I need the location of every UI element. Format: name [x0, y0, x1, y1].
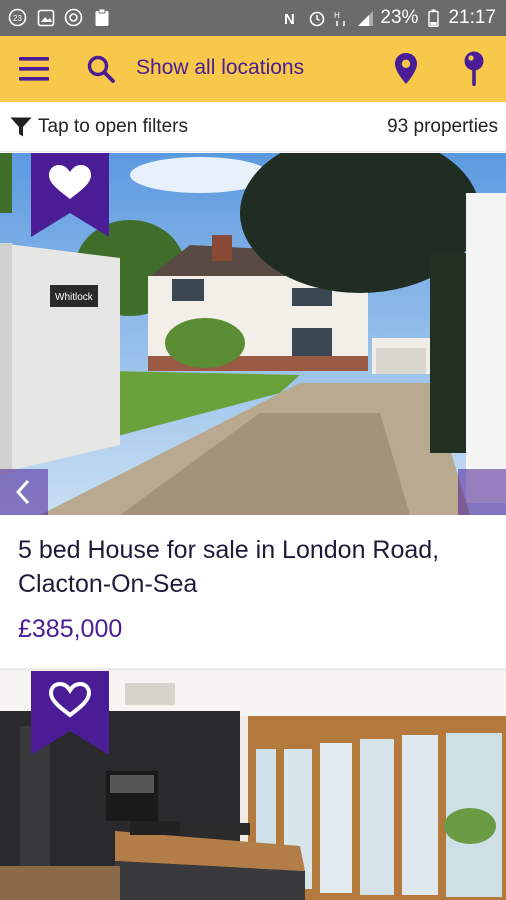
- photo-sign-text: Whitlock: [55, 292, 94, 303]
- status-bar-left: 23: [8, 8, 111, 27]
- properties-count: 93 properties: [387, 116, 498, 137]
- alarm-icon: [308, 9, 326, 27]
- filter-icon: [10, 117, 32, 137]
- listing-photo[interactable]: Whitlock: [0, 153, 506, 515]
- map-button[interactable]: [460, 50, 488, 88]
- open-filters-label[interactable]: Tap to open filters: [38, 116, 188, 138]
- nfc-icon: N: [284, 9, 302, 27]
- sync-icon: [64, 8, 83, 27]
- menu-button[interactable]: [18, 54, 50, 84]
- data-icon: H: [332, 9, 350, 27]
- location-selector[interactable]: Show all locations: [136, 56, 304, 80]
- status-bar: 23 N H 23% 21:17: [0, 0, 506, 36]
- listing-card[interactable]: 5 bed House for sale in London Road, Cla…: [0, 515, 506, 668]
- next-photo-icon[interactable]: [458, 469, 506, 515]
- prev-photo-icon[interactable]: [0, 469, 48, 515]
- favourite-bookmark-icon: [31, 671, 109, 755]
- listing-photo[interactable]: [0, 671, 506, 900]
- listing-price: £385,000: [18, 615, 123, 643]
- location-pin-icon: [395, 53, 417, 84]
- svg-text:H: H: [334, 11, 340, 20]
- image-icon: [36, 8, 55, 27]
- battery-icon: [424, 9, 442, 27]
- favourite-ribbon[interactable]: [31, 153, 109, 237]
- status-bar-right: N H 23% 21:17: [284, 6, 496, 30]
- clock: 21:17: [448, 7, 496, 28]
- notification-count: 23: [13, 14, 22, 23]
- app-bar: Show all locations: [0, 36, 506, 102]
- search-button[interactable]: [86, 54, 116, 84]
- listing-title[interactable]: 5 bed House for sale in London Road, Cla…: [18, 533, 478, 601]
- search-icon: [87, 55, 115, 83]
- battery-percent: 23%: [380, 7, 419, 28]
- svg-text:N: N: [284, 11, 295, 27]
- clipboard-icon: [92, 8, 111, 27]
- menu-icon: [19, 57, 49, 81]
- favourite-ribbon[interactable]: [31, 671, 109, 755]
- notification-count-icon: 23: [8, 8, 27, 27]
- map-pin-icon: [464, 51, 484, 86]
- favourite-bookmark-icon: [31, 153, 109, 237]
- filter-bar[interactable]: Tap to open filters 93 properties: [0, 102, 506, 152]
- location-button[interactable]: [393, 52, 419, 86]
- signal-icon: [356, 9, 374, 27]
